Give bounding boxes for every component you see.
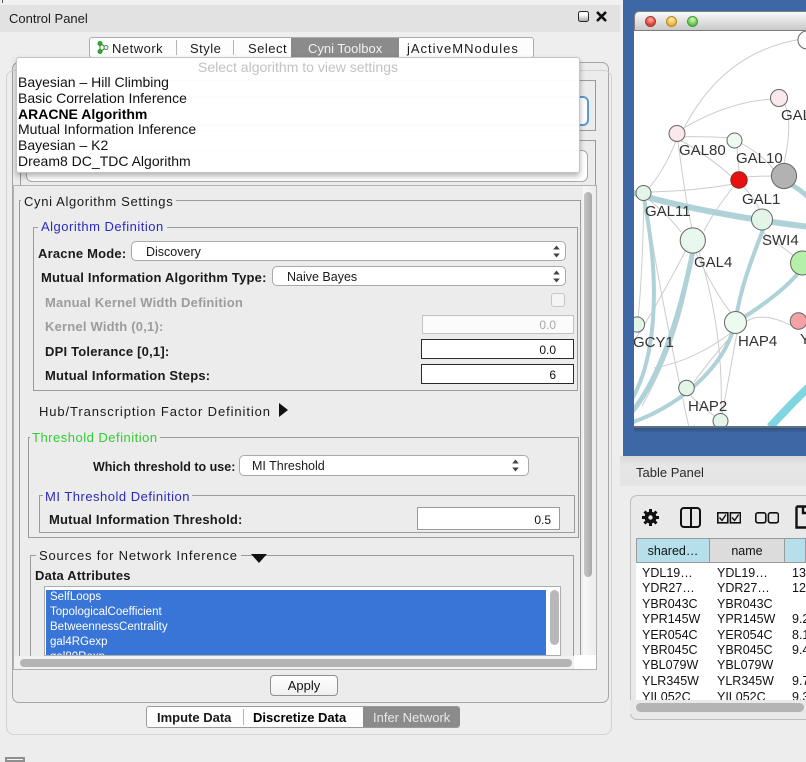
svg-text:HAP4: HAP4 — [738, 333, 777, 350]
svg-text:GAL2: GAL2 — [781, 107, 806, 124]
svg-text:YE: YE — [800, 331, 806, 348]
svg-text:GAL10: GAL10 — [736, 150, 783, 167]
svg-text:HAP2: HAP2 — [688, 398, 727, 415]
svg-text:GAL1: GAL1 — [742, 191, 780, 208]
svg-text:GAL11: GAL11 — [645, 203, 691, 220]
svg-text:SWI4: SWI4 — [762, 232, 799, 249]
svg-text:GAL80: GAL80 — [679, 142, 726, 159]
svg-text:GCY1: GCY1 — [634, 334, 674, 351]
svg-text:GAL4: GAL4 — [694, 254, 732, 271]
